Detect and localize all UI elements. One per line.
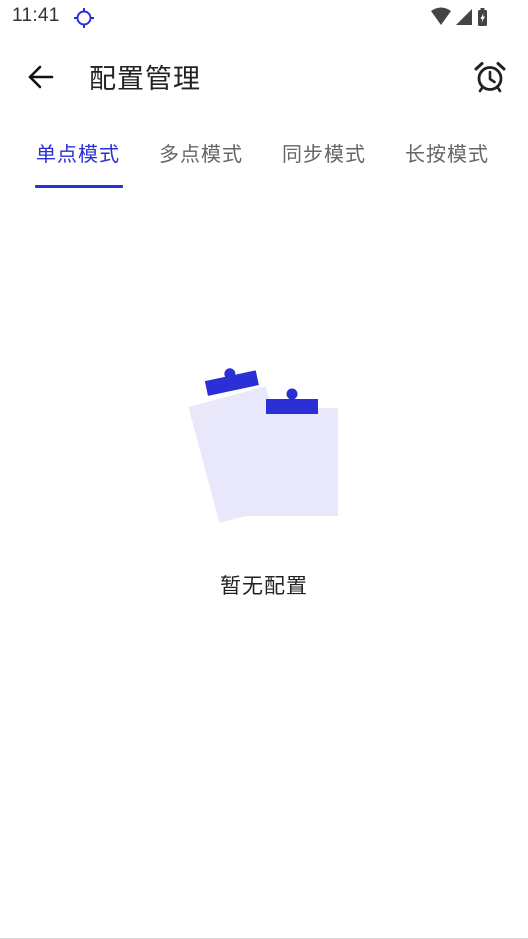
tab-single-point[interactable]: 单点模式 — [36, 138, 120, 167]
tab-multi-point[interactable]: 多点模式 — [159, 138, 243, 167]
tab-sync[interactable]: 同步模式 — [282, 138, 366, 167]
app-bar: 配置管理 — [0, 36, 528, 120]
status-bar: 11:41 — [0, 0, 528, 36]
tab-long-press[interactable]: 长按模式 — [405, 138, 489, 167]
battery-charging-icon — [478, 8, 487, 26]
status-icons — [430, 7, 490, 27]
tab-indicator — [35, 185, 123, 188]
empty-state-text: 暂无配置 — [220, 574, 308, 598]
page-title: 配置管理 — [89, 64, 201, 95]
mode-tabs: 单点模式 多点模式 同步模式 长按模式 — [0, 124, 528, 188]
location-crosshair-icon — [73, 7, 95, 29]
clipboard-empty-icon — [180, 360, 350, 530]
status-time: 11:41 — [12, 5, 60, 26]
alarm-button[interactable] — [469, 56, 511, 98]
cell-signal-icon — [456, 9, 472, 25]
alarm-clock-icon — [474, 62, 506, 93]
wifi-icon — [431, 7, 451, 25]
arrow-back-icon — [28, 65, 54, 89]
back-button[interactable] — [20, 56, 62, 98]
